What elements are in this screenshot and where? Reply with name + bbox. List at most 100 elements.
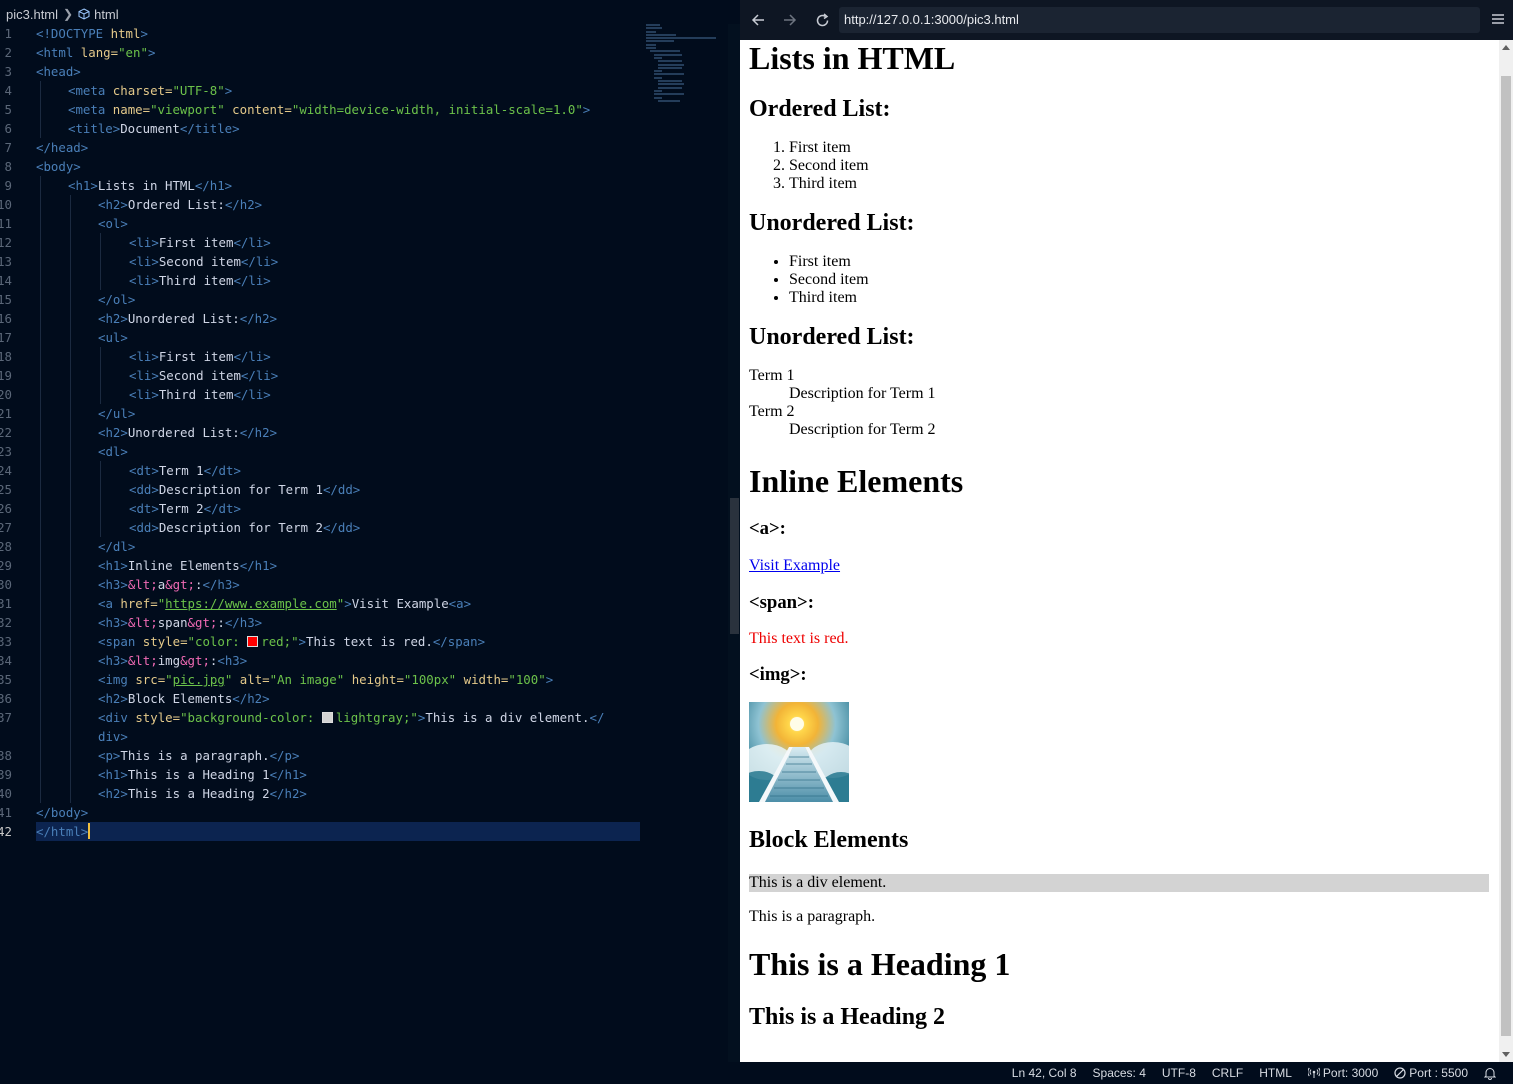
line-number: 30 [0,577,12,592]
code-line: 10 <h2>Ordered List:</h2> [0,195,263,214]
cursor-position[interactable]: Ln 42, Col 8 [1012,1066,1077,1080]
span-tag-heading: <span>: [749,592,814,613]
scrollbar-thumb[interactable] [730,498,739,634]
unordered-list-heading: Unordered List: [749,210,915,236]
code-line: 30 <h3>&lt;a&gt;:</h3> [0,575,240,594]
line-number: 16 [0,311,12,326]
code-line: 15 </ol> [0,290,136,309]
code-line: 9 <h1>Lists in HTML</h1> [0,176,740,195]
dl-description: Description for Term 1 [789,385,936,402]
port-3000[interactable]: Port: 3000 [1307,1066,1378,1080]
minimap[interactable] [646,24,726,114]
code-line: 27 <dd>Description for Term 2</dd> [0,518,361,537]
line-number: 13 [0,254,12,269]
indentation[interactable]: Spaces: 4 [1093,1066,1146,1080]
line-number: 25 [0,482,12,497]
code-line: 28 </dl> [0,537,136,556]
line-number: 5 [4,102,12,117]
editor-scrollbar[interactable] [728,24,740,1062]
code-line: 18 <li>First item</li> [0,347,271,366]
code-line: 34 <h3>&lt;img&gt;:<h3> [0,651,248,670]
text-cursor [88,823,91,839]
line-number: 32 [0,615,12,630]
code-line: 29 <h1>Inline Elements</h1> [0,556,278,575]
back-arrow-icon[interactable] [742,4,774,36]
line-number: 28 [0,539,12,554]
red-text: This text is red. [749,630,849,647]
line-number: 36 [0,691,12,706]
scroll-up-arrow-icon[interactable] [1502,45,1510,50]
line-number: 40 [0,786,12,801]
code-line: 19 <li>Second item</li> [0,366,279,385]
line-number: 41 [0,805,12,820]
port-5500[interactable]: Port : 5500 [1394,1066,1468,1080]
hamburger-menu-icon[interactable] [1491,12,1505,26]
line-number: 21 [0,406,12,421]
broadcast-icon [1307,1067,1320,1078]
breadcrumb-file[interactable]: pic3.html [6,7,58,22]
list-item: Third item [789,289,1489,307]
forward-arrow-icon[interactable] [774,4,806,36]
heading-2: This is a Heading 2 [749,1004,946,1030]
list-item: First item [789,139,1489,157]
symbol-cube-icon [78,8,90,20]
line-number: 2 [4,45,12,60]
description-list: Term 1 Description for Term 1 Term 2 Des… [749,367,1489,439]
url-input[interactable]: http://127.0.0.1:3000/pic3.html [839,7,1480,33]
chevron-right-icon: ❯ [63,7,74,21]
line-number: 26 [0,501,12,516]
browser-preview: http://127.0.0.1:3000/pic3.html Lists in… [740,0,1513,1062]
ordered-list-heading: Ordered List: [749,96,891,122]
code-line: 25 <dd>Description for Term 1</dd> [0,480,361,499]
page-viewport[interactable]: Lists in HTML Ordered List: First item S… [740,40,1499,1062]
ordered-list: First item Second item Third item [749,139,1489,193]
code-line: div> [0,727,740,746]
bell-icon[interactable] [1484,1067,1499,1080]
code-line: 5 <meta name="viewport" content="width=de… [0,100,740,119]
line-number: 1 [4,26,12,41]
line-ending[interactable]: CRLF [1212,1066,1243,1080]
red-color-swatch[interactable] [247,636,259,647]
language-mode[interactable]: HTML [1259,1066,1292,1080]
description-list-heading: Unordered List: [749,324,915,350]
line-number: 7 [4,140,12,155]
code-line: 37 <div style="background-color: lightgra… [0,708,605,727]
breadcrumb-symbol[interactable]: html [94,7,119,22]
file-encoding[interactable]: UTF-8 [1162,1066,1196,1080]
lightgray-color-swatch[interactable] [321,712,333,723]
code-line: 16 <h2>Unordered List:</h2> [0,309,278,328]
list-item: Second item [789,271,1489,289]
code-line: 22 <h2>Unordered List:</h2> [0,423,278,442]
line-number: 9 [4,178,12,193]
code-line: 13 <li>Second item</li> [0,252,279,271]
code-line: 12 <li>First item</li> [0,233,271,252]
line-number: 20 [0,387,12,402]
scroll-down-arrow-icon[interactable] [1502,1052,1510,1057]
browser-scrollbar[interactable] [1499,40,1513,1062]
dl-term: Term 1 [749,367,795,384]
browser-toolbar: http://127.0.0.1:3000/pic3.html [740,0,1513,40]
sunlit-stairway-image [749,702,849,802]
line-number: 33 [0,634,12,649]
line-number: 37 [0,710,12,725]
reload-icon[interactable] [806,4,838,36]
inline-elements-heading: Inline Elements [749,463,964,499]
line-number: 29 [0,558,12,573]
code-line: 6 <title>Document</title> [0,119,740,138]
line-number: 38 [0,748,12,763]
visit-example-link[interactable]: Visit Example [749,557,840,574]
code-line: 1 <!DOCTYPE html> [0,24,740,43]
unordered-list: First item Second item Third item [749,253,1489,307]
a-tag-heading: <a>: [749,518,786,539]
scrollbar-thumb[interactable] [1501,76,1511,1036]
code-line: 38 <p>This is a paragraph.</p> [0,746,300,765]
paragraph: This is a paragraph. [749,908,876,925]
code-editor[interactable]: pic3.html ❯ html 1 <!DOCTYPE html> 2 <html… [0,0,740,1062]
line-number: 39 [0,767,12,782]
code-line: 35 <img src="pic.jpg" alt="An image" heig… [0,670,554,689]
line-number: 14 [0,273,12,288]
code-line: 3 <head> [0,62,740,81]
line-number: 42 [0,824,12,839]
code-area[interactable]: 1 <!DOCTYPE html> 2 <html lang="en"> 3 <hea… [0,24,740,841]
line-number: 11 [0,216,12,231]
